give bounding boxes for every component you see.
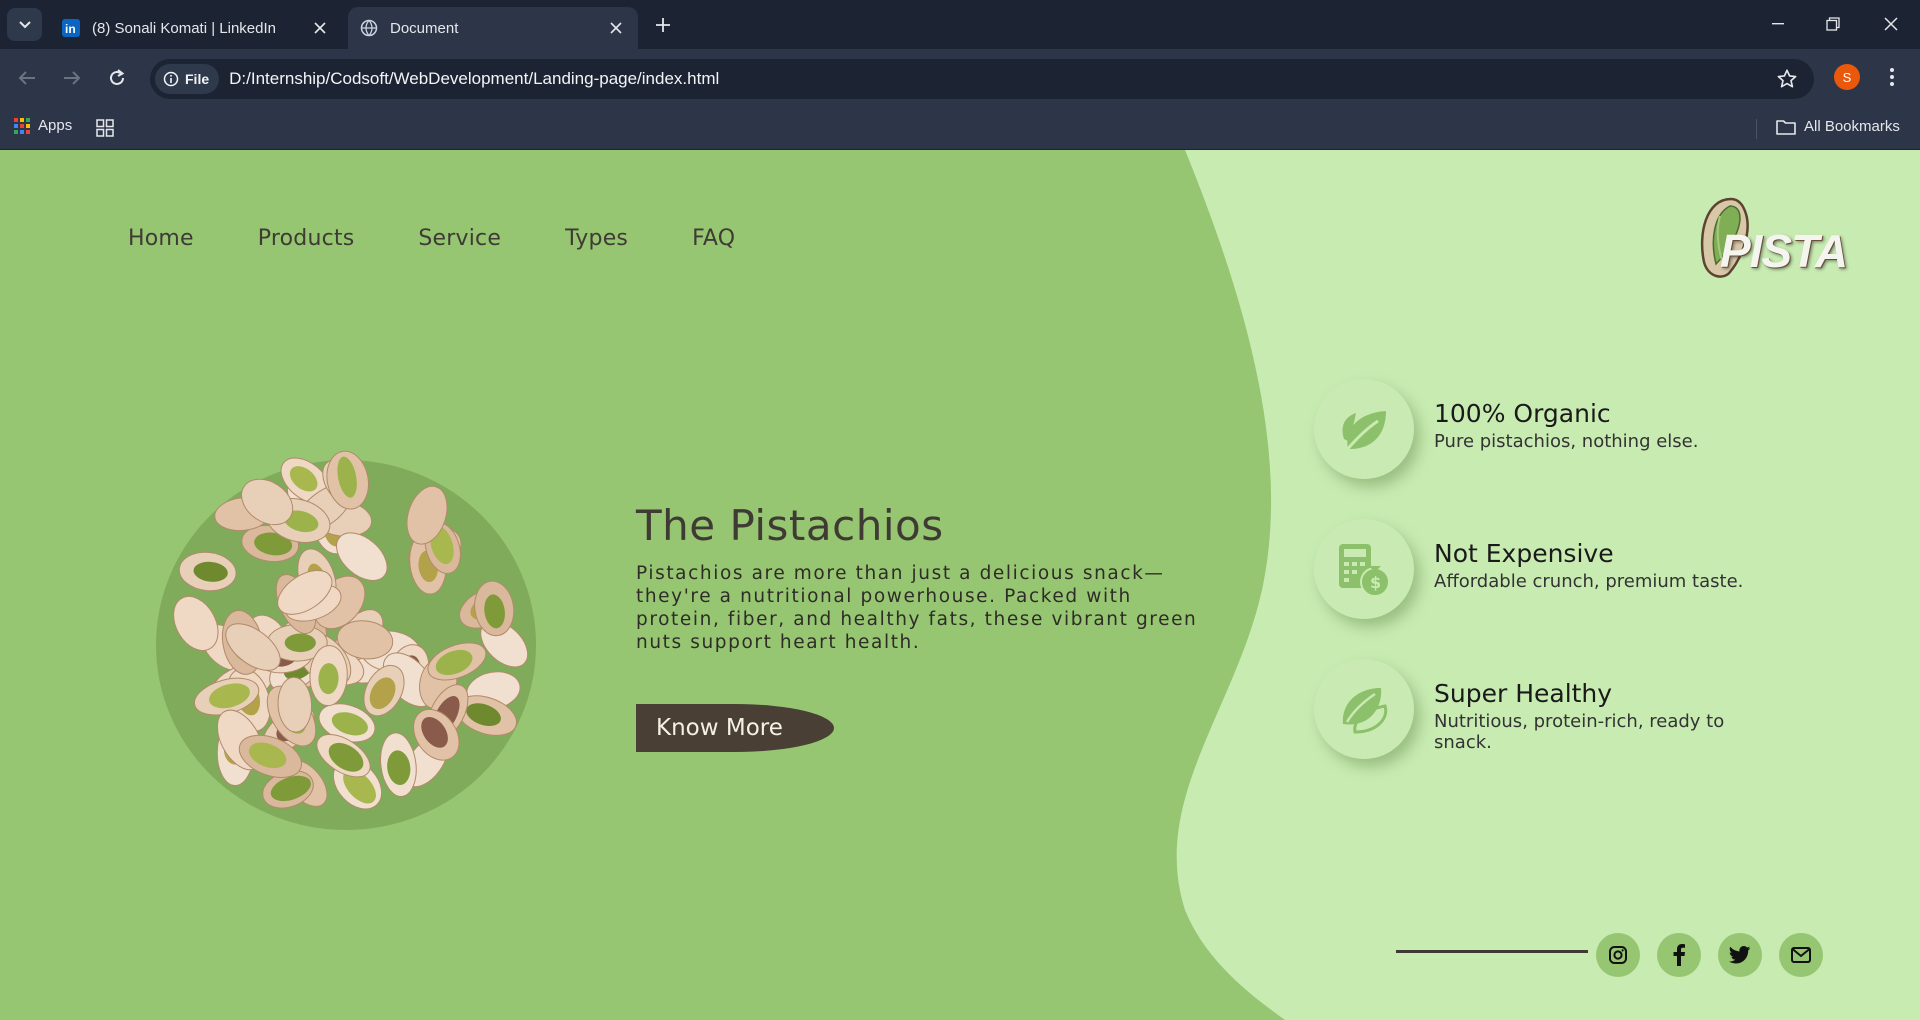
tab-groups-icon (96, 119, 114, 137)
bookmark-star-button[interactable] (1776, 68, 1798, 95)
close-icon (1884, 17, 1898, 31)
url-text[interactable]: D:/Internship/Codsoft/WebDevelopment/Lan… (229, 69, 719, 89)
hero-title: The Pistachios (636, 501, 944, 550)
reload-icon (110, 69, 125, 85)
forward-button[interactable] (57, 63, 87, 93)
all-bookmarks-label: All Bookmarks (1804, 118, 1900, 135)
reload-button[interactable] (102, 63, 132, 93)
social-divider (1396, 950, 1588, 953)
feature-title: 100% Organic (1434, 399, 1611, 428)
nav-service[interactable]: Service (418, 226, 501, 251)
new-tab-button[interactable] (650, 12, 676, 38)
pistachio-icon (1314, 659, 1414, 759)
close-window-button[interactable] (1873, 10, 1909, 38)
facebook-icon (1673, 944, 1685, 966)
browser-menu-button[interactable] (1880, 63, 1904, 91)
nav-types[interactable]: Types (565, 226, 628, 251)
plus-icon (656, 18, 670, 32)
feature-description: Affordable crunch, premium taste. (1434, 571, 1744, 592)
main-nav: Home Products Service Types FAQ (128, 226, 799, 251)
tab-linkedin[interactable]: in (8) Sonali Komati | LinkedIn (50, 7, 342, 49)
hero-description: Pistachios are more than just a deliciou… (636, 563, 1198, 653)
site-info-label: File (185, 71, 210, 87)
feature-healthy: Super Healthy Nutritious, protein-rich, … (1314, 659, 1754, 759)
feature-price: $ Not Expensive Affordable crunch, premi… (1314, 519, 1754, 619)
svg-text:in: in (65, 22, 76, 36)
mail-icon (1791, 947, 1811, 963)
globe-icon (360, 19, 378, 37)
all-bookmarks-button[interactable]: All Bookmarks (1776, 118, 1900, 135)
tab-document[interactable]: Document (348, 7, 638, 49)
tab-title: (8) Sonali Komati | LinkedIn (92, 19, 276, 37)
tab-groups-button[interactable] (96, 119, 114, 142)
chevron-down-icon (18, 20, 31, 28)
feature-organic: 100% Organic Pure pistachios, nothing el… (1314, 379, 1754, 479)
close-tab-icon[interactable] (606, 18, 626, 38)
bookmarks-bar: Apps All Bookmarks (0, 107, 1920, 150)
instagram-icon (1609, 946, 1627, 964)
feature-description: Nutritious, protein-rich, ready to snack… (1434, 711, 1725, 753)
minimize-button[interactable] (1760, 10, 1796, 38)
facebook-button[interactable] (1657, 933, 1701, 977)
nav-faq[interactable]: FAQ (692, 226, 735, 251)
tab-search-button[interactable] (7, 8, 42, 41)
profile-avatar[interactable]: S (1834, 64, 1860, 90)
arrow-right-icon (64, 71, 81, 85)
logo-text: PISTA (1720, 225, 1848, 277)
know-more-button[interactable]: Know More (636, 704, 834, 752)
svg-text:$: $ (1370, 573, 1381, 592)
arrow-left-icon (18, 71, 35, 85)
leaf-icon (1314, 379, 1414, 479)
pistachios-image (156, 450, 536, 830)
restore-icon (1826, 17, 1840, 31)
address-bar[interactable]: File D:/Internship/Codsoft/WebDevelopmen… (150, 59, 1814, 99)
tab-title: Document (390, 19, 459, 37)
close-tab-icon[interactable] (310, 18, 330, 38)
kebab-menu-icon (1890, 68, 1894, 86)
bookmarks-divider (1756, 119, 1757, 139)
twitter-button[interactable] (1718, 933, 1762, 977)
folder-icon (1776, 119, 1796, 135)
apps-grid-icon (14, 117, 30, 134)
money-bag-icon: $ (1314, 519, 1414, 619)
brand-logo[interactable]: PISTA (1696, 194, 1848, 286)
star-icon (1777, 69, 1797, 88)
toolbar: File D:/Internship/Codsoft/WebDevelopmen… (0, 49, 1920, 107)
apps-bookmark[interactable]: Apps (14, 117, 72, 134)
tab-strip: in (8) Sonali Komati | LinkedIn Document (0, 0, 1920, 49)
nav-products[interactable]: Products (258, 226, 355, 251)
feature-title: Super Healthy (1434, 679, 1613, 708)
linkedin-icon: in (62, 19, 80, 37)
restore-button[interactable] (1815, 10, 1851, 38)
info-icon (163, 71, 179, 87)
site-info-chip[interactable]: File (155, 64, 220, 94)
nav-home[interactable]: Home (128, 226, 194, 251)
feature-description: Pure pistachios, nothing else. (1434, 431, 1699, 452)
instagram-button[interactable] (1596, 933, 1640, 977)
apps-label: Apps (38, 117, 73, 134)
feature-title: Not Expensive (1434, 539, 1614, 568)
minimize-icon (1772, 23, 1784, 25)
mail-button[interactable] (1779, 933, 1823, 977)
back-button[interactable] (12, 63, 42, 93)
twitter-icon (1729, 946, 1751, 964)
page-viewport: Home Products Service Types FAQ PISTA Th… (0, 150, 1920, 1020)
